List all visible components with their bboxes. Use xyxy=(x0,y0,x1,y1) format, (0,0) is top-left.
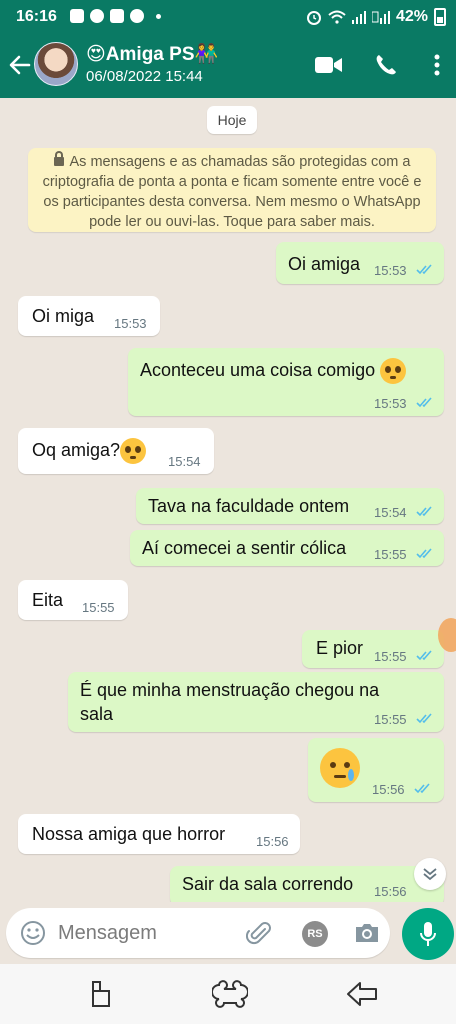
chevron-down-icon xyxy=(423,868,437,881)
vpn-notification-icon xyxy=(110,9,124,23)
read-ticks-icon xyxy=(414,783,430,794)
message-bubble[interactable]: Oq amiga? 15:54 xyxy=(18,428,214,474)
signal-icon xyxy=(351,11,366,24)
read-ticks-icon xyxy=(416,548,432,559)
message-text: Eita xyxy=(32,590,64,610)
message-text: Oi miga xyxy=(32,306,95,326)
message-time: 15:55 xyxy=(374,649,407,664)
message-text: Oi amiga xyxy=(288,254,361,274)
tear-drop xyxy=(348,769,354,781)
message-bubble[interactable]: Oi amiga 15:53 xyxy=(276,242,444,284)
message-time: 15:53 xyxy=(374,263,407,278)
lock-icon xyxy=(53,151,64,166)
emoji-icon[interactable] xyxy=(20,920,46,946)
message-text: Aconteceu uma coisa comigo xyxy=(140,358,407,384)
read-ticks-icon xyxy=(416,397,432,408)
encryption-notice[interactable]: As mensagens e as chamadas são protegida… xyxy=(28,148,436,232)
message-text: Aí comecei a sentir cólica xyxy=(142,538,347,558)
message-input[interactable] xyxy=(58,918,228,948)
crying-face-emoji xyxy=(320,748,360,788)
back-arrow-icon xyxy=(9,55,31,75)
video-notification-icon xyxy=(70,9,84,23)
back-nav-button[interactable] xyxy=(342,976,382,1012)
voice-call-button[interactable] xyxy=(372,52,400,78)
home-icon xyxy=(212,980,248,1008)
camera-icon[interactable] xyxy=(354,921,380,945)
message-bubble[interactable]: E pior 15:55 xyxy=(302,630,444,668)
last-seen: 06/08/2022 15:44 xyxy=(86,68,203,85)
message-time: 15:54 xyxy=(374,505,407,520)
date-chip: Hoje xyxy=(207,106,257,134)
volte-signal-icon xyxy=(371,11,390,24)
notification-icons xyxy=(70,9,161,23)
message-text-content: Aconteceu uma coisa comigo xyxy=(140,359,376,380)
compose-bar: RS xyxy=(0,902,456,964)
message-bubble[interactable]: Nossa amiga que horror 15:56 xyxy=(18,814,300,854)
home-button[interactable] xyxy=(210,976,250,1012)
message-input-pill: RS xyxy=(6,908,390,958)
message-text: Tava na faculdade ontem xyxy=(148,496,350,516)
read-ticks-icon xyxy=(416,506,432,517)
status-time: 16:16 xyxy=(16,8,57,25)
message-text: E pior xyxy=(316,638,364,658)
message-time: 15:56 xyxy=(256,834,289,849)
paperclip-icon[interactable] xyxy=(246,920,274,948)
message-time: 15:55 xyxy=(374,547,407,562)
recent-apps-button[interactable] xyxy=(82,976,122,1012)
read-ticks-icon xyxy=(416,650,432,661)
chat-header: 😍Amiga PS👫 06/08/2022 15:44 xyxy=(0,34,456,98)
system-nav-bar xyxy=(0,964,456,1024)
recent-apps-icon xyxy=(92,981,110,1007)
status-bar: 16:16 42% xyxy=(0,0,456,34)
message-time: 15:53 xyxy=(114,316,147,331)
message-text-line-1: É que minha menstruação chegou na xyxy=(80,680,380,700)
rs-sticker-button[interactable]: RS xyxy=(302,921,328,947)
back-nav-icon xyxy=(347,982,377,1006)
back-button[interactable] xyxy=(6,50,34,80)
message-bubble[interactable]: Sair da sala correndo 15:56 xyxy=(170,866,444,902)
video-call-button[interactable] xyxy=(314,52,344,78)
wifi-icon xyxy=(328,10,346,24)
message-bubble[interactable]: Eita 15:55 xyxy=(18,580,128,620)
message-text: Oq amiga? xyxy=(32,438,147,464)
video-call-icon xyxy=(315,57,342,73)
encryption-text: As mensagens e as chamadas são protegida… xyxy=(42,154,422,230)
flushed-face-emoji xyxy=(120,438,147,464)
message-time: 15:55 xyxy=(374,712,407,727)
message-bubble[interactable]: É que minha menstruação chegou na sala 1… xyxy=(68,672,444,732)
flushed-face-emoji xyxy=(380,358,407,384)
more-vert-icon xyxy=(434,54,440,76)
message-text-line-2: sala xyxy=(80,704,114,724)
podcast-notification-icon xyxy=(90,9,104,23)
message-text: Sair da sala correndo xyxy=(182,874,354,894)
phone-icon xyxy=(376,55,396,75)
voice-message-button[interactable] xyxy=(402,908,454,960)
message-time: 15:56 xyxy=(374,884,407,899)
message-bubble[interactable]: Oi miga 15:53 xyxy=(18,296,160,336)
alarm-icon xyxy=(306,11,321,25)
battery-percent: 42% xyxy=(395,8,428,25)
contact-avatar[interactable] xyxy=(34,42,78,86)
scroll-to-bottom-button[interactable] xyxy=(414,858,446,890)
message-bubble[interactable]: 15:56 xyxy=(308,738,444,802)
message-time: 15:56 xyxy=(372,782,405,797)
message-time: 15:54 xyxy=(168,454,201,469)
message-time: 15:55 xyxy=(82,600,115,615)
read-ticks-icon xyxy=(416,713,432,724)
message-text: Nossa amiga que horror xyxy=(32,824,226,844)
chat-area[interactable]: Hoje As mensagens e as chamadas são prot… xyxy=(0,98,456,902)
more-options-button[interactable] xyxy=(428,52,446,78)
chrome-notification-icon xyxy=(130,9,144,23)
more-notifications-icon xyxy=(156,13,161,19)
message-text-content: Oq amiga? xyxy=(32,439,121,460)
status-right: 42% xyxy=(306,8,446,26)
message-bubble[interactable]: Aí comecei a sentir cólica 15:55 xyxy=(130,530,444,566)
battery-icon xyxy=(434,8,446,26)
contact-name[interactable]: 😍Amiga PS👫 xyxy=(86,42,218,66)
message-bubble[interactable]: Aconteceu uma coisa comigo 15:53 xyxy=(128,348,444,416)
message-time: 15:53 xyxy=(374,396,407,411)
read-ticks-icon xyxy=(416,264,432,275)
mic-icon xyxy=(420,922,436,946)
message-bubble[interactable]: Tava na faculdade ontem 15:54 xyxy=(136,488,444,524)
